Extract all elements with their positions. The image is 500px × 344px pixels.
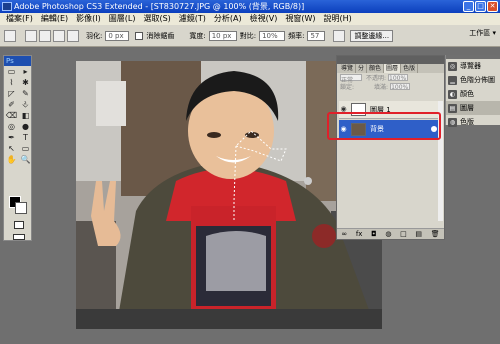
menu-bar: 檔案(F) 編輯(E) 影像(I) 圖層(L) 選取(S) 濾鏡(T) 分析(A… — [0, 13, 500, 25]
pen-tool-icon[interactable]: ✒ — [5, 133, 18, 143]
window-title: Adobe Photoshop CS3 Extended - [ST830727… — [14, 2, 305, 11]
dock-item-layers[interactable]: ▤ 圖層 — [446, 101, 500, 115]
frequency-input[interactable]: 57 — [307, 30, 326, 41]
dock-item-label: 色階分佈圖 — [460, 76, 495, 84]
path-selection-tool-icon[interactable]: ↖ — [5, 144, 18, 154]
width-input[interactable]: 10 px — [208, 30, 237, 41]
adjustment-layer-icon[interactable]: ◍ — [385, 229, 391, 239]
dodge-tool-icon[interactable]: ◎ — [5, 122, 18, 132]
antialias-checkbox[interactable] — [135, 31, 144, 40]
tab-navigator[interactable]: 導覽 — [339, 64, 357, 73]
layers-panel: 導覽 分 顏色 圖層 色版 正常 不透明: 100% 鎖定: 填滿: 100% … — [336, 55, 445, 240]
lasso-tool-icon[interactable]: ⌇ — [5, 78, 18, 88]
antialias-label: 消除鋸齒 — [146, 31, 175, 40]
workspace-menu[interactable]: 工作區 ▾ — [469, 28, 496, 38]
fill-input[interactable]: 100% — [390, 83, 411, 91]
dock-item-label: 色版 — [460, 118, 474, 126]
zoom-tool-icon[interactable]: 🔍 — [19, 155, 32, 165]
dock-item-label: 圖層 — [460, 104, 474, 112]
title-bar: Adobe Photoshop CS3 Extended - [ST830727… — [0, 0, 500, 13]
channels-icon: ◍ — [448, 117, 457, 127]
frequency-label: 頻率: — [288, 31, 305, 40]
refine-edge-button[interactable]: 調整邊緣... — [350, 29, 394, 42]
tab-color[interactable]: 顏色 — [367, 64, 385, 73]
navigator-icon: ◎ — [448, 61, 457, 71]
new-group-icon[interactable]: □ — [400, 229, 407, 239]
gradient-tool-icon[interactable]: ◧ — [19, 111, 32, 121]
panel-header — [337, 56, 444, 64]
background-color-swatch[interactable] — [15, 202, 27, 214]
link-layers-icon[interactable]: ∞ — [341, 229, 347, 239]
magnetic-lasso-tool-icon[interactable] — [4, 29, 16, 42]
toolbox-header: Ps — [4, 56, 31, 66]
width-label: 寬度: — [189, 31, 206, 40]
quick-mask-icon[interactable] — [14, 221, 24, 229]
maximize-button[interactable]: □ — [475, 1, 486, 12]
subtract-selection-icon[interactable] — [53, 29, 65, 42]
options-bar: 羽化: 0 px 消除鋸齒 寬度: 10 px 對比: 10% 頻率: 57 調… — [0, 25, 500, 47]
menu-help[interactable]: 說明(H) — [320, 13, 356, 25]
photoshop-logo-icon — [2, 2, 12, 11]
dock-item-color[interactable]: ◐ 顏色 — [446, 87, 500, 101]
new-selection-icon[interactable] — [25, 29, 37, 42]
layer-mask-icon[interactable]: ◘ — [371, 229, 377, 239]
eraser-tool-icon[interactable]: ⌫ — [5, 111, 18, 121]
add-selection-icon[interactable] — [39, 29, 51, 42]
menu-image[interactable]: 影像(I) — [72, 13, 105, 25]
menu-analysis[interactable]: 分析(A) — [210, 13, 246, 25]
panel-dock: ◎ 導覽器 ▁ 色階分佈圖 ◐ 顏色 ▤ 圖層 ◍ 色版 — [445, 55, 500, 127]
highlight-annotation — [327, 112, 441, 140]
feather-label: 羽化: — [86, 31, 103, 40]
move-tool-icon[interactable]: ▸ — [19, 67, 32, 77]
contrast-label: 對比: — [239, 31, 257, 40]
menu-filter[interactable]: 濾鏡(T) — [175, 13, 210, 25]
close-button[interactable]: ✕ — [487, 1, 498, 12]
opacity-input[interactable]: 100% — [388, 74, 409, 82]
toolbox: Ps ▭ ▸ ⌇ ✱ ◸ ✎ ✐ ⎀ ⌫ ◧ ◎ ● ✒ T ↖ ▭ ✋ 🔍 — [3, 55, 32, 241]
menu-file[interactable]: 檔案(F) — [2, 13, 37, 25]
brush-tool-icon[interactable]: ✐ — [5, 100, 18, 110]
menu-edit[interactable]: 編輯(E) — [37, 13, 72, 25]
minimize-button[interactable]: _ — [463, 1, 474, 12]
opacity-label: 不透明: — [366, 75, 387, 82]
screen-mode-icon[interactable] — [13, 234, 25, 240]
menu-select[interactable]: 選取(S) — [139, 13, 174, 25]
menu-view[interactable]: 檢視(V) — [246, 13, 282, 25]
crop-tool-icon[interactable]: ◸ — [5, 89, 18, 99]
dock-item-navigator[interactable]: ◎ 導覽器 — [446, 59, 500, 73]
intersect-selection-icon[interactable] — [67, 29, 79, 42]
tab-histogram[interactable]: 分 — [356, 64, 368, 73]
dock-item-channels[interactable]: ◍ 色版 — [446, 115, 500, 129]
histogram-icon: ▁ — [448, 75, 457, 85]
dock-item-label: 導覽器 — [460, 62, 481, 70]
contrast-input[interactable]: 10% — [259, 30, 286, 41]
dock-item-label: 顏色 — [460, 90, 474, 98]
clone-stamp-tool-icon[interactable]: ⎀ — [19, 100, 32, 110]
menu-layer[interactable]: 圖層(L) — [105, 13, 140, 25]
shape-tool-icon[interactable]: ▭ — [19, 144, 32, 154]
layer-style-icon[interactable]: fx — [356, 229, 363, 239]
healing-brush-tool-icon[interactable]: ✎ — [19, 89, 32, 99]
type-tool-icon[interactable]: T — [19, 133, 32, 143]
pen-pressure-icon[interactable] — [333, 29, 346, 42]
hand-tool-icon[interactable]: ✋ — [5, 155, 18, 165]
menu-window[interactable]: 視窗(W) — [281, 13, 319, 25]
burn-tool-icon[interactable]: ● — [19, 122, 32, 132]
new-layer-icon[interactable]: ▤ — [415, 229, 422, 239]
lock-label: 鎖定: — [340, 84, 355, 91]
tab-layers[interactable]: 圖層 — [384, 64, 402, 73]
trash-icon[interactable]: 🗑 — [431, 229, 440, 239]
feather-input[interactable]: 0 px — [105, 30, 130, 41]
marquee-tool-icon[interactable]: ▭ — [5, 67, 18, 77]
tab-channels[interactable]: 色版 — [401, 64, 419, 73]
layers-icon: ▤ — [448, 103, 457, 113]
dock-item-histogram[interactable]: ▁ 色階分佈圖 — [446, 73, 500, 87]
blend-mode-select[interactable]: 正常 — [340, 74, 362, 84]
color-icon: ◐ — [448, 89, 457, 99]
magic-wand-tool-icon[interactable]: ✱ — [19, 78, 32, 88]
fill-label: 填滿: — [374, 84, 389, 91]
